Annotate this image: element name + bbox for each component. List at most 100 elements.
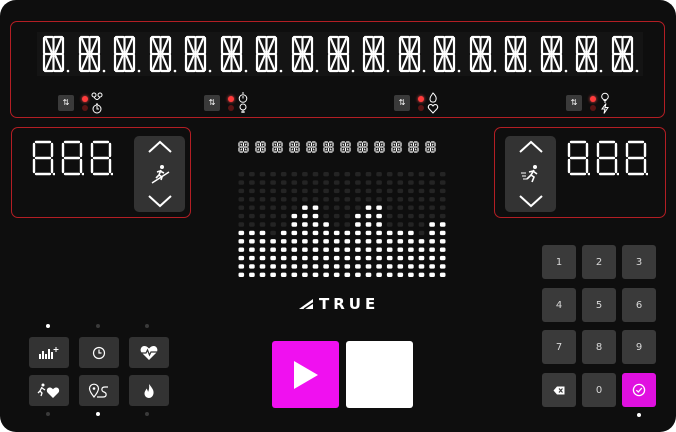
key-2[interactable]: 2	[582, 245, 616, 279]
matrix-dot	[429, 188, 435, 194]
center-character	[323, 141, 334, 153]
matrix-dot	[323, 172, 329, 177]
matrix-dot	[280, 272, 287, 277]
matrix-dot	[429, 197, 435, 202]
matrix-dot	[365, 222, 372, 227]
key-9[interactable]: 9	[622, 330, 656, 364]
stop-button[interactable]	[346, 341, 413, 408]
matrix-dot	[439, 255, 446, 261]
seven-segment-digit	[32, 140, 55, 176]
key-3[interactable]: 3	[622, 245, 656, 279]
incline-up-button[interactable]	[147, 140, 173, 154]
matrix-dot	[365, 255, 372, 261]
key-6[interactable]: 6	[622, 288, 656, 322]
program-time-button[interactable]	[79, 337, 119, 368]
led-indicator	[228, 104, 234, 111]
message-character	[326, 34, 355, 74]
matrix-dot	[386, 255, 393, 261]
key-4[interactable]: 4	[542, 288, 576, 322]
swap-icon[interactable]: ⇅	[566, 95, 582, 111]
matrix-dot	[408, 180, 414, 185]
program-calorie-button[interactable]	[129, 375, 169, 406]
matrix-dot	[355, 239, 361, 244]
key-7[interactable]: 7	[542, 330, 576, 364]
matrix-dot	[376, 213, 382, 219]
matrix-dot	[418, 239, 425, 244]
matrix-dot	[355, 197, 361, 202]
stopwatch-icon	[238, 92, 248, 103]
matrix-dot	[259, 213, 266, 219]
swap-icon[interactable]: ⇅	[394, 95, 410, 111]
key-8[interactable]: 8	[582, 330, 616, 364]
heart-runner-icon	[37, 383, 60, 398]
matrix-dot	[333, 264, 340, 269]
matrix-dot	[249, 188, 255, 194]
key-label: 4	[555, 299, 563, 311]
enter-indicator-dot	[637, 413, 641, 417]
key-5[interactable]: 5	[582, 288, 616, 322]
speed-control	[505, 136, 556, 212]
matrix-dot	[397, 272, 404, 277]
program-hrc-button[interactable]	[29, 375, 69, 406]
matrix-dot	[259, 197, 266, 202]
matrix-dot	[270, 222, 276, 227]
seven-segment-digit	[596, 140, 619, 176]
swap-icon[interactable]: ⇅	[58, 95, 74, 111]
matrix-dot	[323, 222, 329, 227]
matrix-dot	[355, 264, 361, 269]
key-1[interactable]: 1	[542, 245, 576, 279]
program-heart-rate-button[interactable]	[129, 337, 169, 368]
matrix-dot	[312, 264, 319, 269]
matrix-dot	[333, 197, 340, 202]
matrix-dot	[249, 197, 255, 202]
matrix-dot	[418, 213, 425, 219]
check-circle-icon	[632, 383, 646, 397]
enter-key[interactable]	[622, 373, 656, 407]
matrix-dot	[429, 239, 435, 244]
clear-key[interactable]	[542, 373, 576, 407]
matrix-dot	[323, 264, 329, 269]
matrix-dot	[408, 247, 414, 252]
matrix-dot	[355, 213, 361, 219]
swap-icon[interactable]: ⇅	[204, 95, 220, 111]
matrix-dot	[291, 180, 298, 185]
incline-down-button[interactable]	[147, 194, 173, 208]
matrix-dot	[259, 247, 266, 252]
matrix-dot	[280, 180, 287, 185]
program-custom-button[interactable]	[29, 337, 69, 368]
stat-group-power: ⇅	[566, 91, 611, 115]
matrix-dot	[439, 264, 446, 269]
matrix-dot	[312, 247, 319, 252]
speed-down-button[interactable]	[518, 194, 544, 208]
matrix-dot	[344, 213, 351, 219]
key-0[interactable]: 0	[582, 373, 616, 407]
matrix-dot	[418, 180, 425, 185]
matrix-dot	[386, 230, 393, 236]
key-label: 1	[555, 256, 563, 268]
timer-icon	[92, 103, 102, 114]
matrix-dot	[439, 222, 446, 227]
matrix-dot	[397, 197, 404, 202]
matrix-dot	[344, 180, 351, 185]
message-character	[503, 34, 532, 74]
matrix-dot	[439, 180, 446, 185]
matrix-dot	[418, 255, 425, 261]
matrix-dot	[365, 264, 372, 269]
matrix-dot	[408, 272, 414, 277]
matrix-dot	[238, 255, 245, 261]
matrix-dot	[376, 239, 382, 244]
matrix-dot	[429, 222, 435, 227]
program-route-button[interactable]	[79, 375, 119, 406]
play-icon	[293, 360, 318, 389]
matrix-dot	[302, 272, 308, 277]
matrix-dot	[344, 272, 351, 277]
key-label: 2	[595, 256, 603, 268]
power-icon	[601, 103, 609, 114]
matrix-dot	[259, 272, 266, 277]
start-button[interactable]	[272, 341, 339, 408]
matrix-dot	[386, 222, 393, 227]
matrix-dot	[249, 247, 255, 252]
matrix-dot	[355, 272, 361, 277]
message-character	[397, 34, 426, 74]
speed-up-button[interactable]	[518, 140, 544, 154]
